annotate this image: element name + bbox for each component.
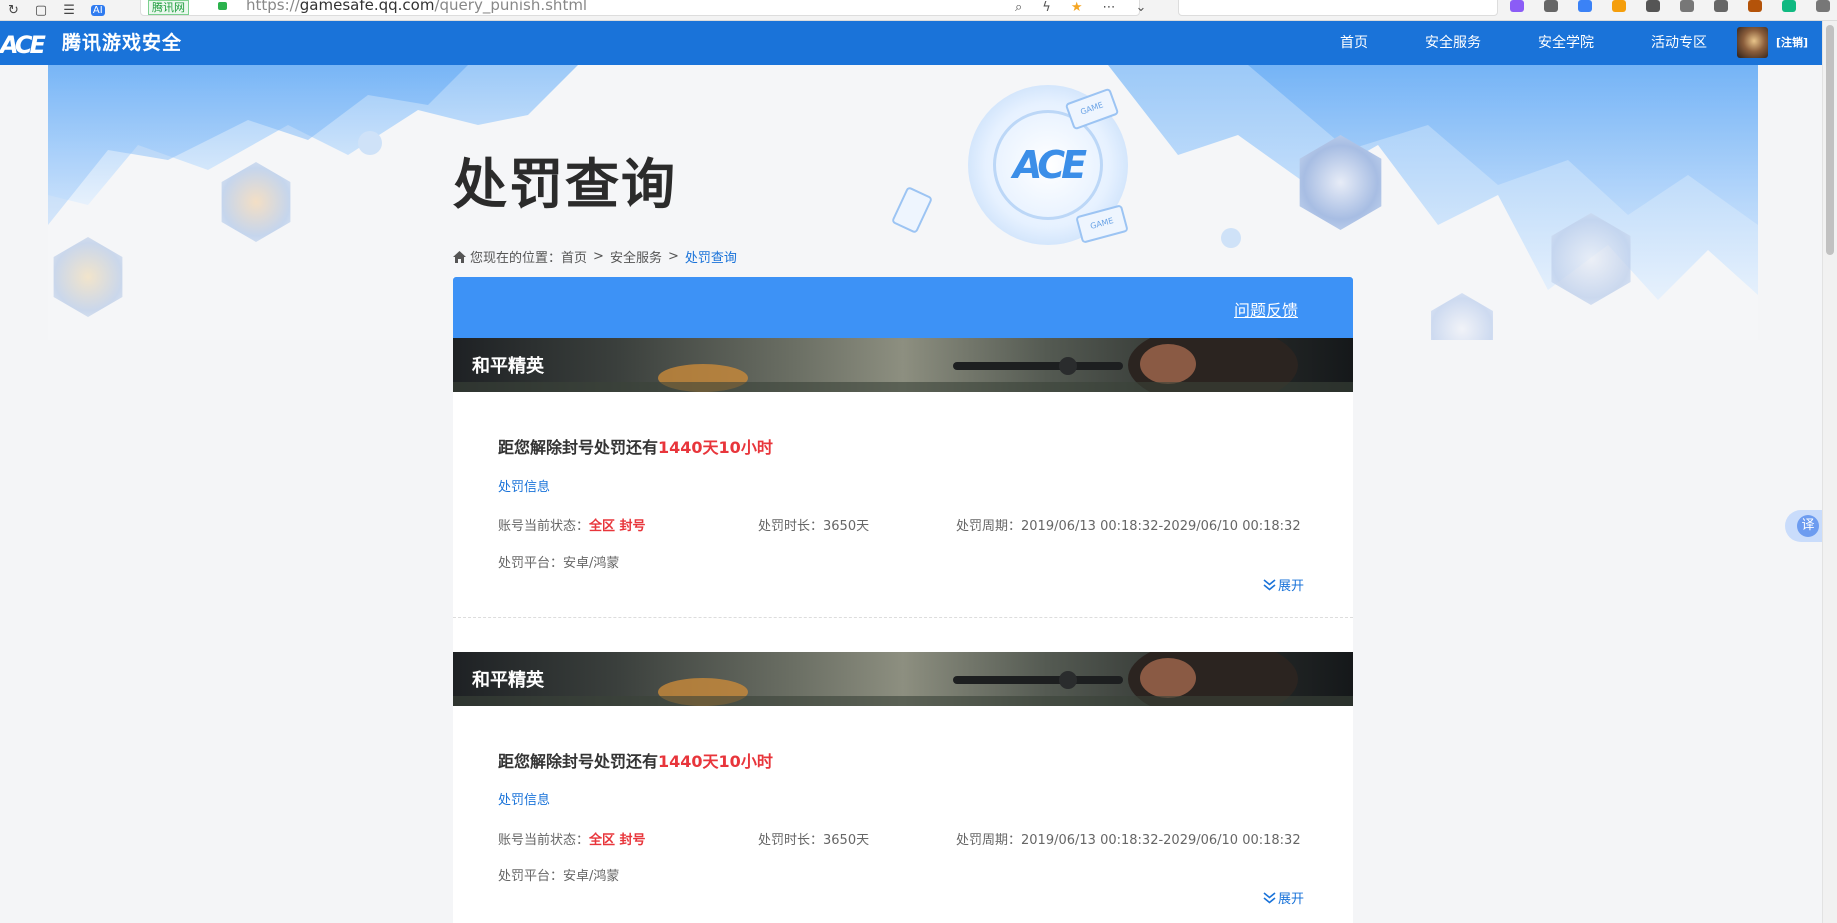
card-divider [453,617,1353,618]
double-chevron-down-icon [1263,891,1276,904]
logout-link[interactable]: [注销] [1776,21,1808,65]
punish-platform: 处罚平台：安卓/鸿蒙 [498,556,620,571]
ai-icon[interactable]: AI [90,5,105,16]
scrollbar-thumb[interactable] [1826,25,1834,255]
breadcrumb-prefix: 您现在的位置： [470,251,562,266]
breadcrumb: 您现在的位置： 首页 > 安全服务 > 处罚查询 [453,247,737,266]
punish-period: 处罚周期：2019/06/13 00:18:32-2029/06/10 00:1… [956,833,1301,848]
page-scrollbar[interactable] [1822,21,1837,923]
expand-button[interactable]: 展开 [1263,888,1304,907]
punish-info-title: 处罚信息 [498,793,551,808]
double-chevron-down-icon [1263,578,1276,591]
reload-icon[interactable]: ↻ [8,3,19,18]
game-banner-art [453,338,1353,392]
extension-icons [1510,0,1830,12]
breadcrumb-security-services[interactable]: 安全服务 [610,247,662,266]
bolt-icon[interactable]: ϟ [1042,0,1051,15]
punish-record-card: 和平精英 距您解除封号处罚还有1440天10小时 处罚信息 账号当前状态：全区 … [453,652,1353,923]
page-title: 处罚查询 [453,153,677,216]
url-text[interactable]: https://gamesafe.qq.com/query_punish.sht… [246,0,587,14]
nav-item-security-academy[interactable]: 安全学院 [1538,21,1594,65]
game-banner: 和平精英 [453,338,1353,392]
punish-period: 处罚周期：2019/06/13 00:18:32-2029/06/10 00:1… [956,519,1301,534]
menu-icon[interactable] [1816,0,1830,12]
nav-item-home[interactable]: 首页 [1340,21,1368,65]
zoom-icon[interactable]: ⌕ [1015,0,1022,15]
browser-search-input[interactable] [1178,0,1498,16]
extension-icon[interactable] [1782,0,1796,12]
home-icon [453,250,466,263]
game-name: 和平精英 [472,670,544,691]
game-banner-art [453,652,1353,706]
translate-icon: 译 [1797,515,1819,537]
breadcrumb-separator: > [667,249,679,264]
wallet-icon[interactable] [1748,0,1762,12]
breadcrumb-current[interactable]: 处罚查询 [685,247,737,266]
game-name: 和平精英 [472,356,544,377]
bookmark-star-icon[interactable]: ★ [1071,0,1083,15]
nav-item-security-services[interactable]: 安全服务 [1425,21,1481,65]
key-icon[interactable] [1578,0,1592,12]
browser-nav-buttons: ↻ ▢ ☰ AI [8,0,105,20]
punish-platform: 处罚平台：安卓/鸿蒙 [498,869,620,884]
nav-item-events[interactable]: 活动专区 [1651,21,1707,65]
account-status: 账号当前状态：全区 封号 [498,833,646,848]
punish-record-card: 和平精英 距您解除封号处罚还有1440天10小时 处罚信息 账号当前状态：全区 … [453,338,1353,618]
undo-icon[interactable] [1714,0,1728,12]
chevron-down-icon[interactable]: ⌄ [1136,0,1147,15]
ace-logo-icon: ACE [0,31,46,59]
more-icon[interactable]: ⋯ [1103,0,1116,15]
browser-toolbar: ↻ ▢ ☰ AI 腾讯网 https://gamesafe.qq.com/que… [0,0,1837,21]
puzzle-icon[interactable] [1646,0,1660,12]
lock-icon [218,2,227,10]
punish-duration: 处罚时长：3650天 [758,519,870,534]
account-status: 账号当前状态：全区 封号 [498,519,646,534]
url-actions: ⌕ ϟ ★ ⋯ ⌄ [1015,0,1146,15]
site-tag: 腾讯网 [148,0,189,15]
game-banner: 和平精英 [453,652,1353,706]
expand-button[interactable]: 展开 [1263,575,1304,594]
unban-countdown: 距您解除封号处罚还有1440天10小时 [498,438,773,457]
site-logo[interactable]: ACE 腾讯游戏安全 [0,27,183,59]
download-icon[interactable] [1680,0,1694,12]
extension-icon[interactable] [1612,0,1626,12]
breadcrumb-separator: > [593,249,604,264]
top-navigation: ACE 腾讯游戏安全 首页 安全服务 安全学院 活动专区 [注销] [0,21,1837,65]
tab-icon[interactable]: ▢ [35,3,47,18]
extension-icon[interactable] [1510,0,1524,12]
breadcrumb-home[interactable]: 首页 [561,247,587,266]
punish-query-panel: 问题反馈 和平精英 距您解除封号处罚还有1440天10小时 处罚信息 账号当前状… [453,277,1353,923]
main-menu: 首页 安全服务 安全学院 活动专区 [1340,21,1764,65]
unban-countdown: 距您解除封号处罚还有1440天10小时 [498,752,773,771]
punish-info-title: 处罚信息 [498,480,551,495]
logo-text: 腾讯游戏安全 [62,31,183,54]
avatar[interactable] [1737,27,1768,58]
panel-header: 问题反馈 [453,277,1353,338]
scissors-icon[interactable] [1544,0,1558,12]
feedback-link[interactable]: 问题反馈 [1234,297,1298,321]
punish-duration: 处罚时长：3650天 [758,833,870,848]
reading-list-icon[interactable]: ☰ [63,3,75,18]
